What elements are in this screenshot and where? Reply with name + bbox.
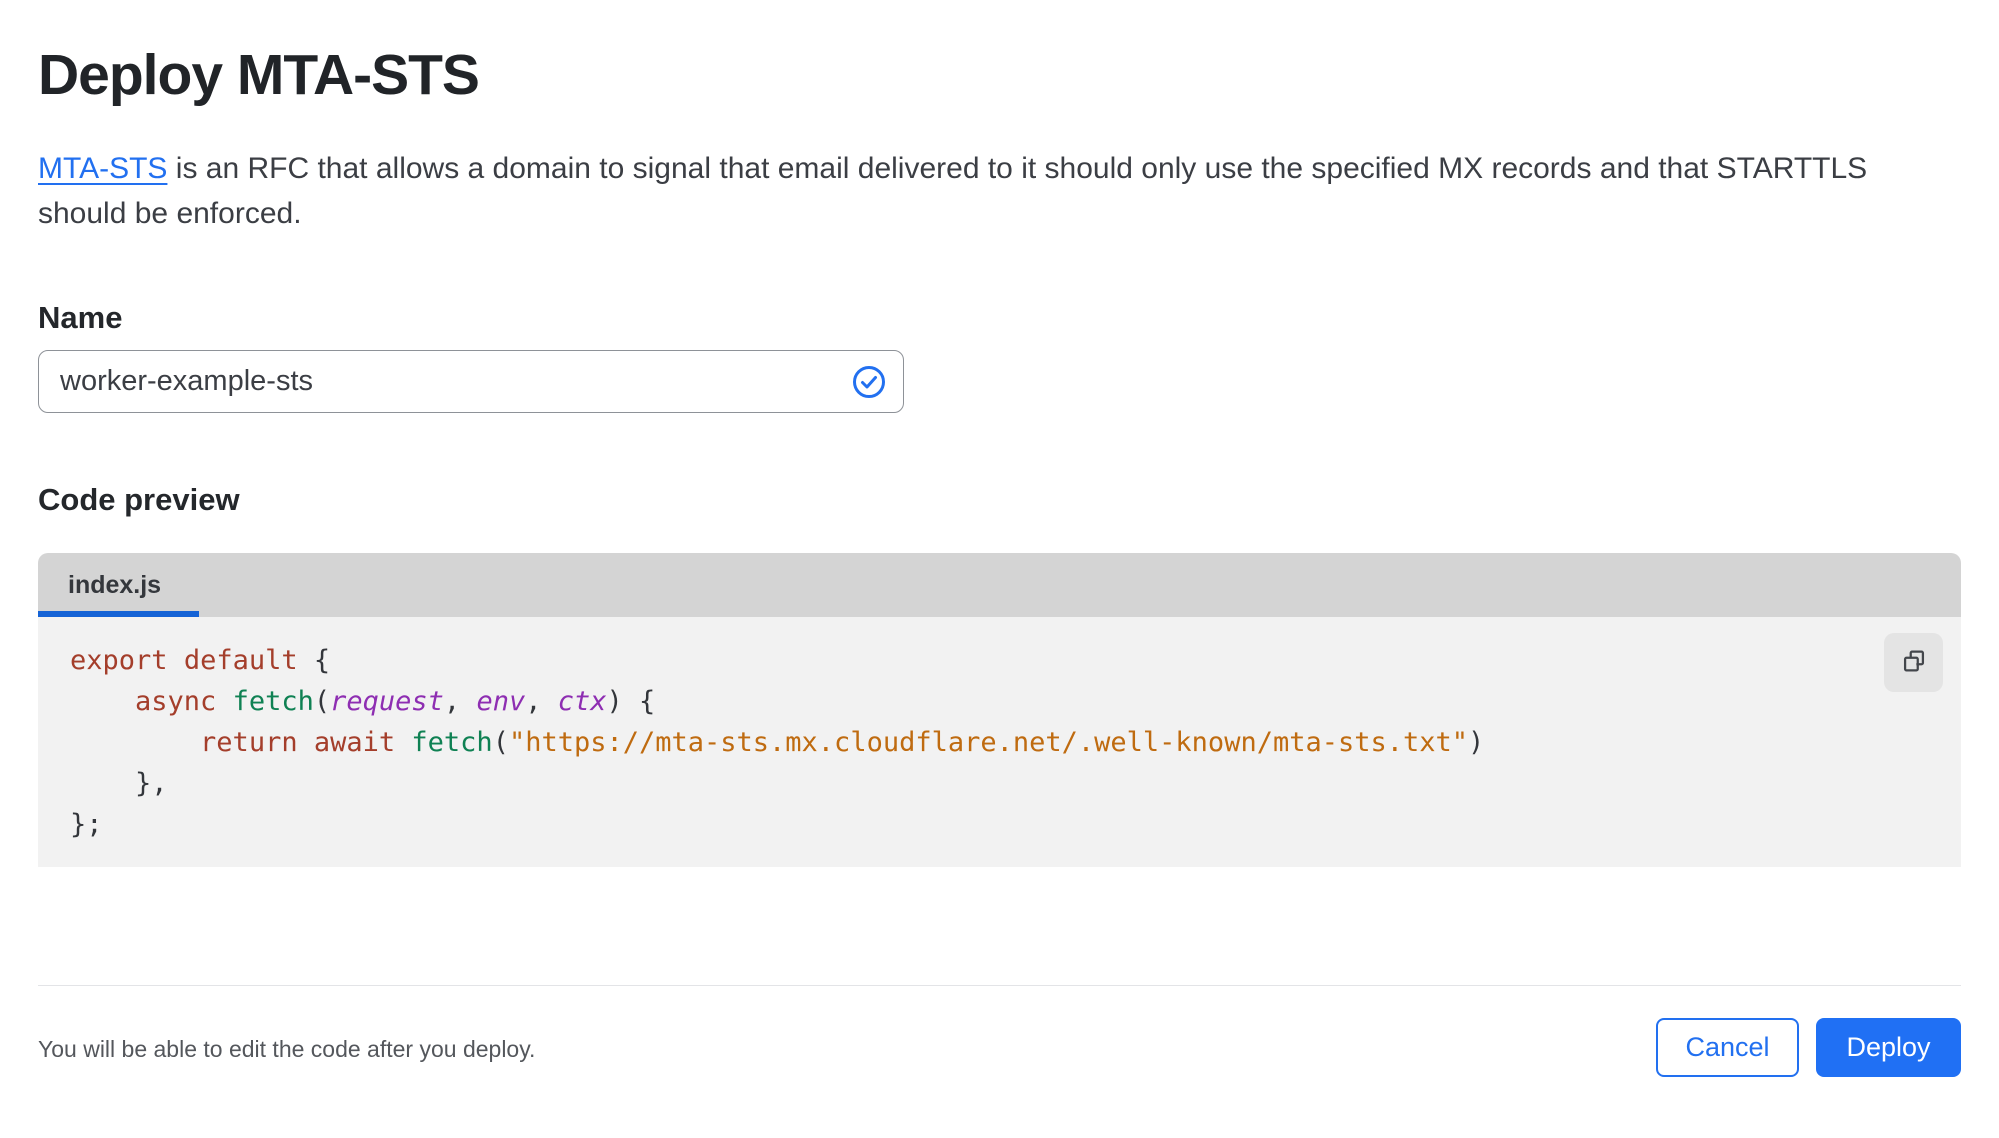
- page-title: Deploy MTA-STS: [38, 43, 480, 107]
- deploy-button[interactable]: Deploy: [1816, 1018, 1961, 1077]
- description: MTA-STS is an RFC that allows a domain t…: [38, 146, 1930, 236]
- code-preview-block: index.js export default { async fetch(re…: [38, 553, 1961, 867]
- copy-icon: [1899, 646, 1929, 679]
- mta-sts-link[interactable]: MTA-STS: [38, 152, 167, 185]
- code-preview-label: Code preview: [38, 482, 240, 517]
- name-label: Name: [38, 300, 123, 335]
- code-lines: export default { async fetch(request, en…: [70, 645, 1485, 840]
- check-circle-icon: [852, 365, 886, 399]
- code-editor: export default { async fetch(request, en…: [38, 617, 1961, 867]
- footer-note: You will be able to edit the code after …: [38, 1036, 536, 1062]
- name-input[interactable]: [38, 350, 904, 413]
- cancel-button[interactable]: Cancel: [1656, 1018, 1799, 1077]
- tab-label: index.js: [68, 570, 162, 599]
- tab-strip: index.js: [38, 553, 1961, 617]
- tab-index-js[interactable]: index.js: [38, 553, 199, 617]
- copy-button[interactable]: [1884, 633, 1943, 692]
- footer-divider: [38, 985, 1961, 986]
- description-text: is an RFC that allows a domain to signal…: [38, 152, 1868, 230]
